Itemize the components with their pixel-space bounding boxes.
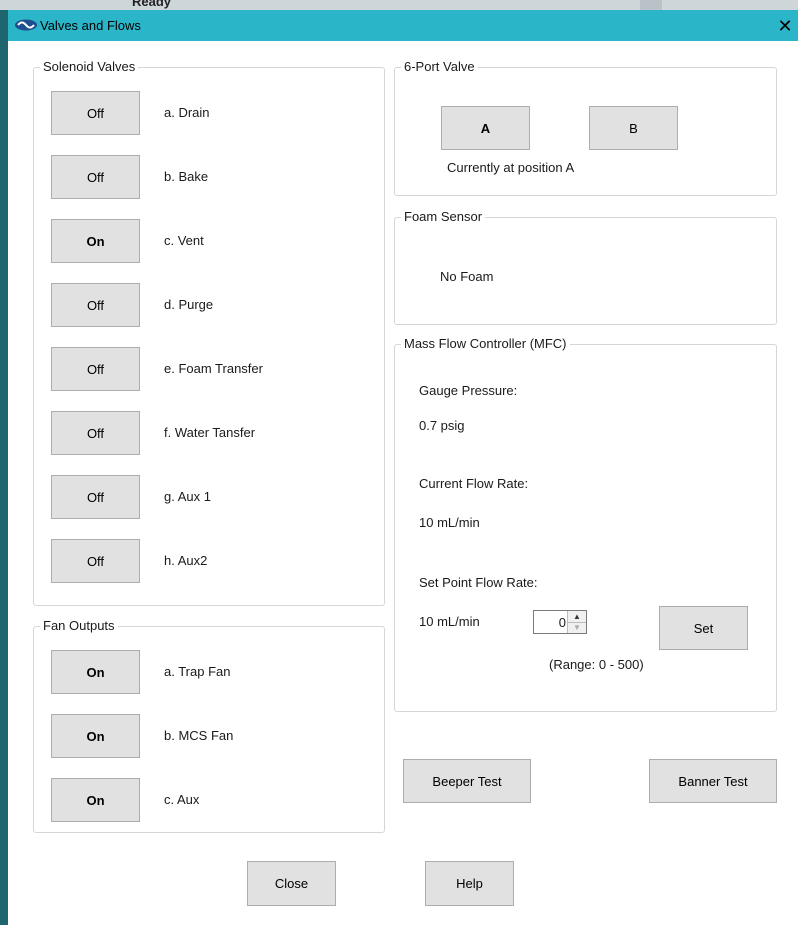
- beeper-test-button[interactable]: Beeper Test: [403, 759, 531, 803]
- spinner-arrows: ▲ ▼: [567, 611, 586, 633]
- fan-output-toggle-button[interactable]: On: [51, 714, 140, 758]
- solenoid-valve-toggle-button[interactable]: Off: [51, 475, 140, 519]
- solenoid-valve-label: c. Vent: [164, 233, 204, 248]
- setpoint-spinner-value[interactable]: 0: [559, 615, 566, 630]
- six-port-valve-title: 6-Port Valve: [401, 59, 478, 74]
- fan-output-label: c. Aux: [164, 792, 200, 807]
- setpoint-spinner[interactable]: 0 ▲ ▼: [533, 610, 587, 634]
- solenoid-valve-toggle-button[interactable]: Off: [51, 155, 140, 199]
- solenoid-valve-label: e. Foam Transfer: [164, 361, 263, 376]
- title-bar[interactable]: Valves and Flows ✕: [8, 10, 798, 41]
- fan-output-toggle-button[interactable]: On: [51, 778, 140, 822]
- close-button[interactable]: Close: [247, 861, 336, 906]
- solenoid-valves-title: Solenoid Valves: [40, 59, 139, 74]
- range-hint: (Range: 0 - 500): [549, 657, 644, 672]
- valve-position-status: Currently at position A: [447, 160, 575, 175]
- solenoid-valves-group: Solenoid Valves Off a. Drain Off b. Bake On c…: [33, 59, 385, 606]
- solenoid-valve-label: h. Aux2: [164, 553, 208, 568]
- setpoint-flow-label: Set Point Flow Rate:: [419, 575, 538, 590]
- solenoid-valve-toggle-button[interactable]: Off: [51, 411, 140, 455]
- solenoid-valve-toggle-button[interactable]: On: [51, 219, 140, 263]
- app-logo-icon: [15, 19, 37, 31]
- solenoid-valve-toggle-button[interactable]: Off: [51, 91, 140, 135]
- solenoid-valve-label: g. Aux 1: [164, 489, 211, 504]
- solenoid-valve-toggle-button[interactable]: Off: [51, 347, 140, 391]
- background-status-text: Ready: [132, 0, 172, 9]
- foam-sensor-group: Foam Sensor No Foam: [394, 209, 777, 325]
- background-scroll-block: [640, 0, 662, 10]
- fan-output-toggle-button[interactable]: On: [51, 650, 140, 694]
- mfc-title: Mass Flow Controller (MFC): [401, 336, 570, 351]
- gauge-pressure-label: Gauge Pressure:: [419, 383, 518, 398]
- window-title: Valves and Flows: [40, 18, 141, 33]
- solenoid-valve-label: d. Purge: [164, 297, 214, 312]
- help-button[interactable]: Help: [425, 861, 514, 906]
- banner-test-button[interactable]: Banner Test: [649, 759, 777, 803]
- close-icon[interactable]: ✕: [774, 15, 796, 37]
- set-button[interactable]: Set: [659, 606, 748, 650]
- valve-position-b-button[interactable]: B: [589, 106, 678, 150]
- solenoid-valve-toggle-button[interactable]: Off: [51, 539, 140, 583]
- fan-outputs-title: Fan Outputs: [40, 618, 118, 633]
- solenoid-valve-toggle-button[interactable]: Off: [51, 283, 140, 327]
- parent-window-edge: [0, 10, 8, 925]
- spinner-down-icon[interactable]: ▼: [568, 622, 586, 633]
- six-port-valve-group: 6-Port Valve A B Currently at position A: [394, 59, 777, 196]
- gauge-pressure-value: 0.7 psig: [419, 418, 465, 433]
- solenoid-valve-label: a. Drain: [164, 105, 210, 120]
- solenoid-valve-label: b. Bake: [164, 169, 209, 184]
- foam-sensor-title: Foam Sensor: [401, 209, 486, 224]
- foam-status: No Foam: [440, 269, 494, 284]
- background-window: Ready: [0, 0, 798, 10]
- valves-and-flows-dialog: Valves and Flows ✕ Solenoid Valves Off a.…: [8, 10, 798, 925]
- setpoint-flow-value: 10 mL/min: [419, 614, 480, 629]
- current-flow-value: 10 mL/min: [419, 515, 480, 530]
- valve-position-a-button[interactable]: A: [441, 106, 530, 150]
- current-flow-label: Current Flow Rate:: [419, 476, 529, 491]
- solenoid-valve-label: f. Water Tansfer: [164, 425, 256, 440]
- fan-output-label: a. Trap Fan: [164, 664, 231, 679]
- mfc-group: Mass Flow Controller (MFC) Gauge Pressur…: [394, 336, 777, 712]
- fan-output-label: b. MCS Fan: [164, 728, 234, 743]
- fan-outputs-group: Fan Outputs On a. Trap Fan On b. MCS Fan On c…: [33, 618, 385, 833]
